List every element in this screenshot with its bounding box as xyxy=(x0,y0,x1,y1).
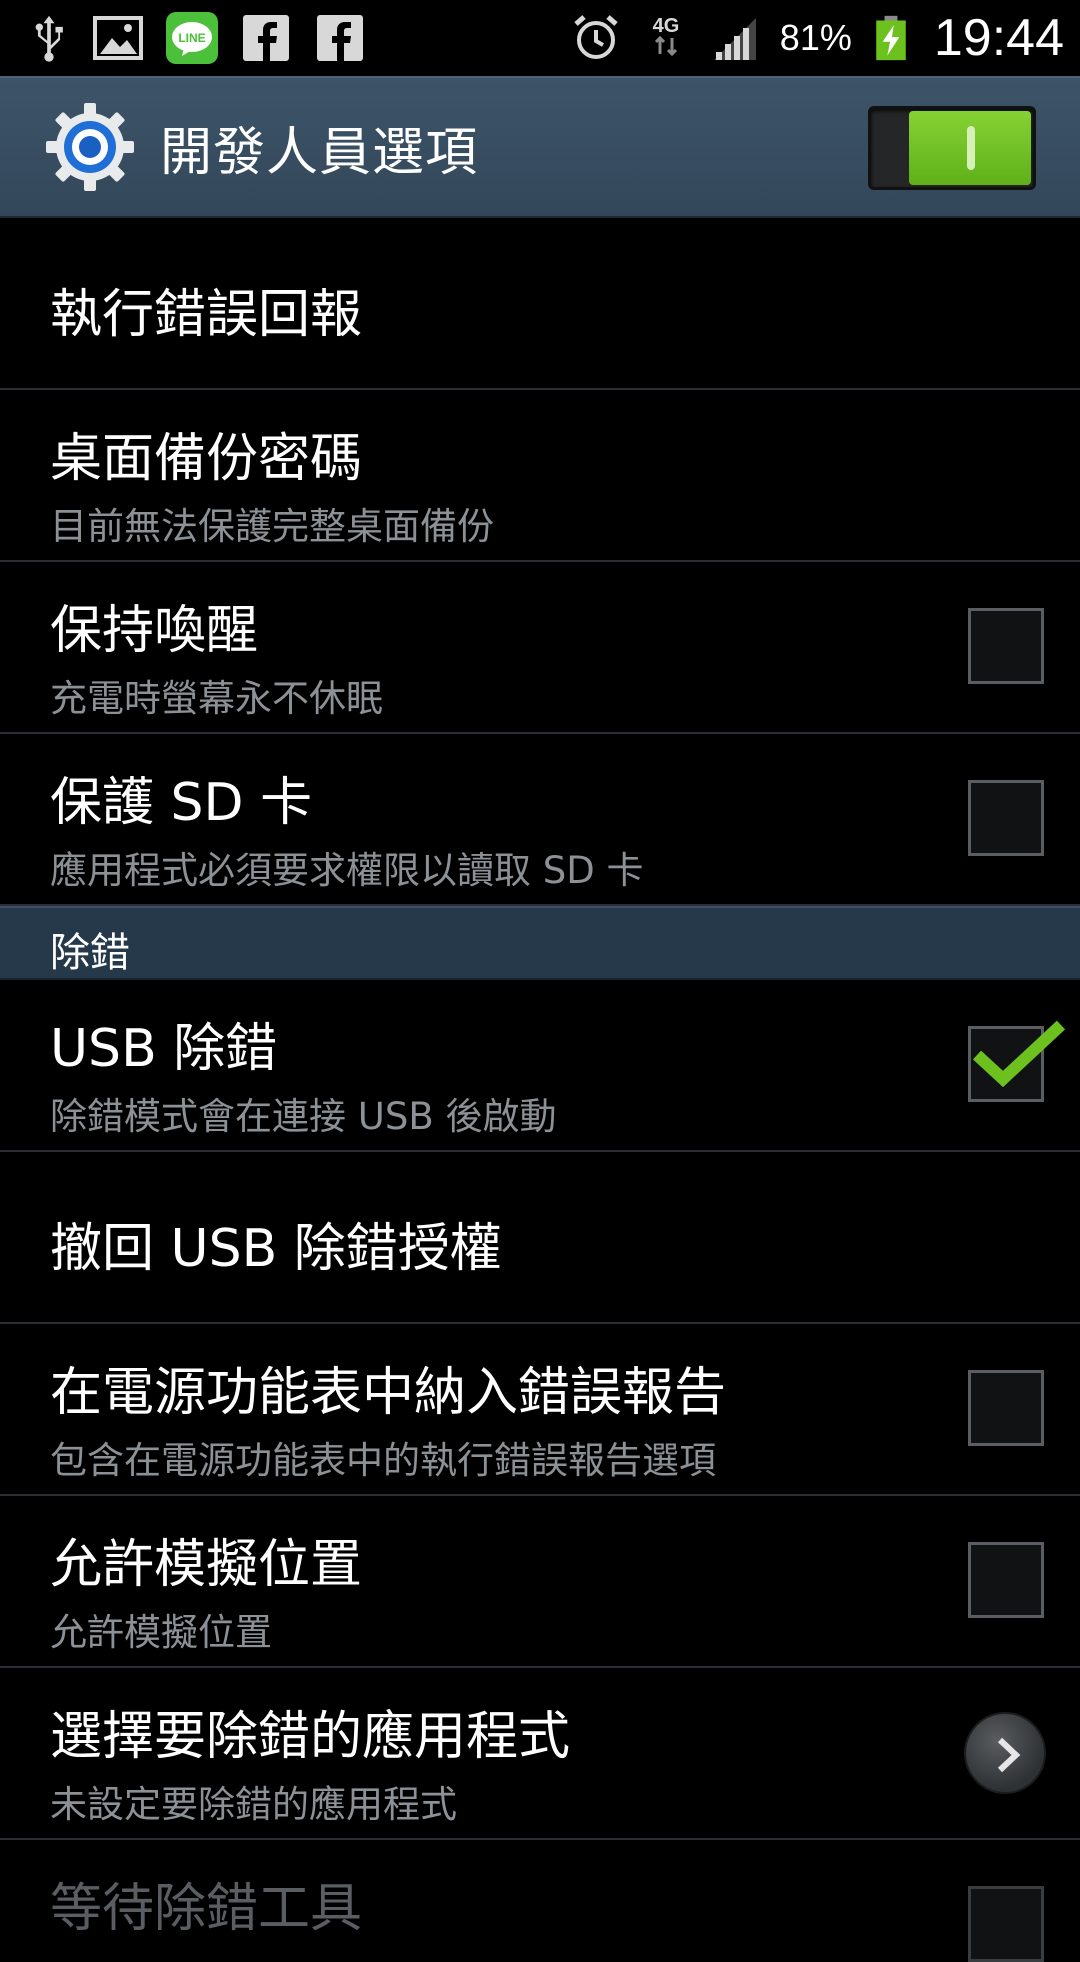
switch-thumb-on xyxy=(909,111,1031,185)
item-summary: 目前無法保護完整桌面備份 xyxy=(50,505,494,548)
bug-report-in-power-menu-checkbox[interactable] xyxy=(968,1370,1044,1446)
revoke-usb-debugging-auth-item[interactable]: 撤回 USB 除錯授權 xyxy=(0,1152,1080,1324)
signal-icon xyxy=(713,18,756,60)
line-app-icon: LINE xyxy=(166,12,218,64)
allow-mock-locations-checkbox[interactable] xyxy=(968,1542,1044,1618)
select-debug-app-item[interactable]: 選擇要除錯的應用程式 未設定要除錯的應用程式 xyxy=(0,1668,1080,1840)
item-title: 保持喚醒 xyxy=(50,601,259,661)
allow-mock-locations-item[interactable]: 允許模擬位置 允許模擬位置 xyxy=(0,1496,1080,1668)
battery-percent: 81% xyxy=(779,17,852,58)
item-summary: 除錯模式會在連接 USB 後啟動 xyxy=(50,1095,557,1138)
usb-debugging-checkbox[interactable] xyxy=(968,1020,1066,1102)
chevron-right-icon xyxy=(997,1737,1021,1773)
battery-charging-icon xyxy=(876,15,906,61)
item-summary: 應用程式必須要求權限以讀取 SD 卡 xyxy=(50,849,644,892)
item-summary: 允許模擬位置 xyxy=(50,1611,272,1654)
item-title: 選擇要除錯的應用程式 xyxy=(50,1707,571,1767)
take-bug-report-item[interactable]: 執行錯誤回報 xyxy=(0,218,1080,390)
protect-sd-card-checkbox[interactable] xyxy=(968,780,1044,856)
item-title: USB 除錯 xyxy=(50,1019,278,1079)
section-header-debugging: 除錯 xyxy=(0,906,1080,980)
select-debug-app-button[interactable] xyxy=(964,1712,1046,1794)
wait-for-debugger-checkbox[interactable] xyxy=(968,1886,1044,1962)
usb-icon xyxy=(35,15,63,62)
usb-debugging-item[interactable]: USB 除錯 除錯模式會在連接 USB 後啟動 xyxy=(0,980,1080,1152)
settings-gear-icon[interactable] xyxy=(42,99,138,195)
network-type-label: 4G xyxy=(652,15,679,37)
wait-for-debugger-item[interactable]: 等待除錯工具 xyxy=(0,1840,1080,1962)
item-title: 在電源功能表中納入錯誤報告 xyxy=(50,1363,727,1423)
item-title: 保護 SD 卡 xyxy=(50,773,313,833)
notification-icons: LINE xyxy=(28,0,366,76)
item-title: 撤回 USB 除錯授權 xyxy=(50,1219,502,1279)
data-4g-icon: 4G xyxy=(652,15,679,57)
item-summary: 未設定要除錯的應用程式 xyxy=(50,1783,457,1826)
page-title: 開發人員選項 xyxy=(160,122,479,183)
stay-awake-item[interactable]: 保持喚醒 充電時螢幕永不休眠 xyxy=(0,562,1080,734)
protect-sd-card-item[interactable]: 保護 SD 卡 應用程式必須要求權限以讀取 SD 卡 xyxy=(0,734,1080,906)
alarm-icon xyxy=(574,15,618,59)
item-title: 等待除錯工具 xyxy=(50,1879,363,1939)
section-label: 除錯 xyxy=(50,930,130,976)
checkmark-icon xyxy=(972,1020,1066,1087)
gallery-icon xyxy=(93,16,143,60)
action-bar: 開發人員選項 xyxy=(0,76,1080,218)
item-title: 桌面備份密碼 xyxy=(50,429,363,489)
bug-report-in-power-menu-item[interactable]: 在電源功能表中納入錯誤報告 包含在電源功能表中的執行錯誤報告選項 xyxy=(0,1324,1080,1496)
svg-text:LINE: LINE xyxy=(178,31,205,45)
facebook-icon-2 xyxy=(317,15,363,61)
item-summary: 包含在電源功能表中的執行錯誤報告選項 xyxy=(50,1439,716,1482)
item-title: 執行錯誤回報 xyxy=(50,285,363,345)
item-summary: 充電時螢幕永不休眠 xyxy=(50,677,383,720)
clock: 19:44 xyxy=(933,9,1064,67)
item-title: 允許模擬位置 xyxy=(50,1535,363,1595)
settings-list: 執行錯誤回報 桌面備份密碼 目前無法保護完整桌面備份 保持喚醒 充電時螢幕永不休… xyxy=(0,218,1080,1962)
stay-awake-checkbox[interactable] xyxy=(968,608,1044,684)
status-bar: LINE 4G 81% 19:44 xyxy=(0,0,1080,76)
facebook-icon xyxy=(243,15,289,61)
desktop-backup-password-item[interactable]: 桌面備份密碼 目前無法保護完整桌面備份 xyxy=(0,390,1080,562)
system-status: 4G 81% 19:44 xyxy=(570,0,1064,76)
developer-options-master-switch[interactable] xyxy=(868,106,1036,190)
